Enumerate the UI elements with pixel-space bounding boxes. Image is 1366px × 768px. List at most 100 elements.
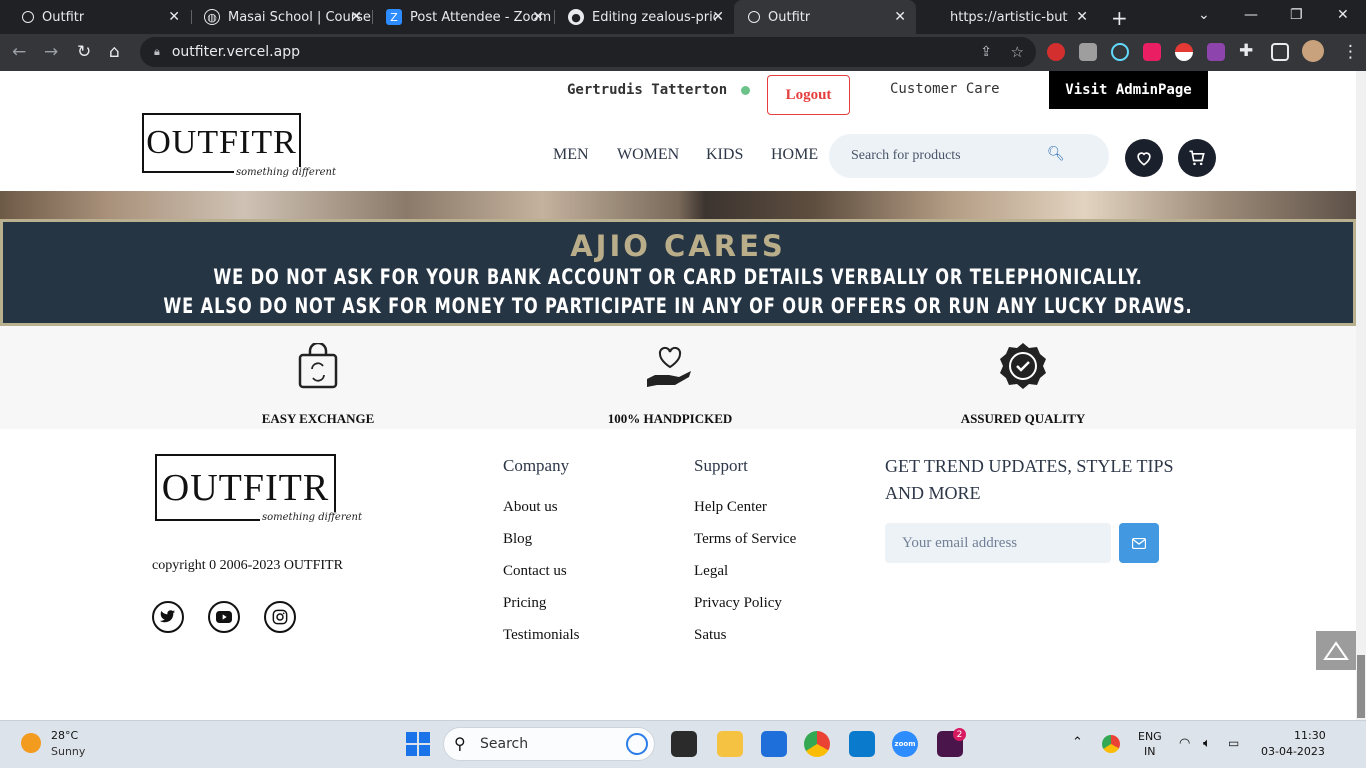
tab-masai-school[interactable]: ◍ Masai School | Course ✕ xyxy=(190,0,372,34)
footer-link-blog[interactable]: Blog xyxy=(503,531,532,548)
extensions-puzzle-icon[interactable]: ✚ xyxy=(1239,41,1253,61)
customer-care-link[interactable]: Customer Care xyxy=(890,81,1000,97)
share-icon[interactable]: ⇪ xyxy=(980,44,992,60)
scroll-to-top-button[interactable] xyxy=(1316,631,1356,670)
volume-icon[interactable]: 🔈︎ xyxy=(1203,736,1211,751)
close-tab-icon[interactable]: ✕ xyxy=(712,9,724,25)
outfitr-favicon-icon xyxy=(22,11,34,23)
tab-zoom[interactable]: Z Post Attendee - Zoom ✕ xyxy=(372,0,554,34)
extension-purple-icon[interactable] xyxy=(1207,43,1225,61)
tab-outfitr-1[interactable]: Outfitr ✕ xyxy=(8,0,190,34)
footer-logo[interactable]: OUTFITR xyxy=(155,454,336,521)
language-in[interactable]: IN xyxy=(1144,745,1155,758)
footer-link-testimonials[interactable]: Testimonials xyxy=(503,627,579,644)
footer-link-status[interactable]: Satus xyxy=(694,627,727,644)
footer-link-pricing[interactable]: Pricing xyxy=(503,595,546,612)
nav-men[interactable]: MEN xyxy=(553,146,589,164)
tab-github[interactable]: ● Editing zealous-price- ✕ xyxy=(554,0,734,34)
logout-button[interactable]: Logout xyxy=(767,75,850,115)
product-search-input[interactable]: Search for products 🔍︎ xyxy=(829,134,1109,178)
newsletter-email-input[interactable] xyxy=(885,523,1111,563)
zoom-app-icon[interactable]: zoom xyxy=(892,731,918,757)
reload-icon[interactable]: ↻ xyxy=(77,42,91,62)
footer-link-help[interactable]: Help Center xyxy=(694,499,767,516)
heart-icon xyxy=(1137,152,1151,166)
tab-artistic[interactable]: https://artistic-butterm ✕ xyxy=(936,0,1098,34)
windows-start-button[interactable] xyxy=(405,731,431,757)
ms-store-icon[interactable] xyxy=(761,731,787,757)
address-toolbar: ← → ↻ ⌂ 🔒︎ outfiter.vercel.app ⇪ ☆ ✚ ⋮ xyxy=(0,34,1366,71)
wishlist-button[interactable] xyxy=(1125,139,1163,177)
close-tab-icon[interactable]: ✕ xyxy=(168,9,180,25)
close-tab-icon[interactable]: ✕ xyxy=(1076,9,1088,25)
battery-icon[interactable]: ▭ xyxy=(1228,736,1239,750)
taskbar-search[interactable]: ⚲ Search xyxy=(443,727,655,761)
visit-admin-button[interactable]: Visit AdminPage xyxy=(1049,71,1208,109)
bing-icon[interactable] xyxy=(626,733,648,755)
restore-icon[interactable]: ❐ xyxy=(1290,7,1303,23)
vscode-icon[interactable] xyxy=(849,731,875,757)
browser-tab-bar: Outfitr ✕ ◍ Masai School | Course ✕ Z Po… xyxy=(0,0,1366,34)
chrome-tray-icon[interactable] xyxy=(1102,735,1120,753)
weather-sun-icon[interactable] xyxy=(21,733,41,753)
search-icon[interactable]: 🔍︎ xyxy=(1047,146,1065,163)
forward-arrow-icon[interactable]: → xyxy=(44,42,58,62)
side-panel-icon[interactable] xyxy=(1271,43,1289,61)
hero-image-strip xyxy=(0,191,1356,219)
youtube-button[interactable] xyxy=(208,601,240,633)
feature-easy-exchange: EASY EXCHANGE xyxy=(208,326,428,427)
newsletter-submit-button[interactable] xyxy=(1119,523,1159,563)
page-scrollbar-thumb[interactable] xyxy=(1357,655,1365,718)
tab-search-chevron-icon[interactable]: ⌄ xyxy=(1198,7,1210,23)
instagram-button[interactable] xyxy=(264,601,296,633)
file-explorer-icon[interactable] xyxy=(717,731,743,757)
wifi-icon[interactable]: ◠ xyxy=(1179,736,1190,751)
close-tab-icon[interactable]: ✕ xyxy=(894,9,906,25)
clock-time[interactable]: 11:30 xyxy=(1294,729,1326,742)
feature-handpicked: 100% HANDPICKED xyxy=(560,326,780,427)
footer-link-privacy[interactable]: Privacy Policy xyxy=(694,595,782,612)
extension-red-icon[interactable] xyxy=(1047,43,1065,61)
footer-link-about[interactable]: About us xyxy=(503,499,558,516)
footer-link-contact[interactable]: Contact us xyxy=(503,563,567,580)
close-tab-icon[interactable]: ✕ xyxy=(350,9,362,25)
minimize-icon[interactable]: — xyxy=(1244,7,1258,23)
extension-pink-icon[interactable] xyxy=(1143,43,1161,61)
banner-line-2: WE ALSO DO NOT ASK FOR MONEY TO PARTICIP… xyxy=(163,294,1193,318)
close-window-icon[interactable]: ✕ xyxy=(1337,7,1349,23)
react-devtools-icon[interactable] xyxy=(1111,43,1129,61)
profile-avatar[interactable] xyxy=(1302,40,1324,62)
tab-title: https://artistic-butterm xyxy=(950,9,1068,25)
footer-link-legal[interactable]: Legal xyxy=(694,563,728,580)
weather-desc: Sunny xyxy=(51,745,86,758)
taskbar-search-label: Search xyxy=(480,736,529,752)
page-scrollbar[interactable] xyxy=(1356,71,1366,720)
header-logo[interactable]: OUTFITR xyxy=(142,113,301,173)
nav-women[interactable]: WOMEN xyxy=(617,146,679,164)
support-heading: Support xyxy=(694,456,748,475)
clock-date[interactable]: 03-04-2023 xyxy=(1261,745,1325,758)
instagram-icon xyxy=(272,609,288,625)
language-eng[interactable]: ENG xyxy=(1138,730,1162,743)
tab-outfitr-active[interactable]: Outfitr ✕ xyxy=(734,0,916,34)
pokeball-extension-icon[interactable] xyxy=(1175,43,1193,61)
twitter-button[interactable] xyxy=(152,601,184,633)
extension-grey-icon[interactable] xyxy=(1079,43,1097,61)
close-tab-icon[interactable]: ✕ xyxy=(532,9,544,25)
nav-kids[interactable]: KIDS xyxy=(706,146,743,164)
back-arrow-icon[interactable]: ← xyxy=(12,42,26,62)
tray-overflow-chevron-icon[interactable]: ⌃ xyxy=(1072,735,1083,750)
bookmark-star-icon[interactable]: ☆ xyxy=(1011,43,1024,61)
cart-button[interactable] xyxy=(1178,139,1216,177)
menu-kebab-icon[interactable]: ⋮ xyxy=(1342,42,1359,62)
home-icon[interactable]: ⌂ xyxy=(109,42,120,62)
task-view-icon[interactable] xyxy=(671,731,697,757)
url-bar[interactable]: 🔒︎ outfiter.vercel.app ⇪ ☆ xyxy=(140,37,1036,67)
footer-link-terms[interactable]: Terms of Service xyxy=(694,531,796,548)
slack-badge: 2 xyxy=(953,728,966,741)
chrome-icon[interactable] xyxy=(804,731,830,757)
tab-title: Outfitr xyxy=(42,9,85,25)
nav-home[interactable]: HOME xyxy=(771,146,818,164)
copyright-text: copyright 0 2006-2023 OUTFITR xyxy=(152,558,343,573)
new-tab-button[interactable]: + xyxy=(1111,6,1128,30)
